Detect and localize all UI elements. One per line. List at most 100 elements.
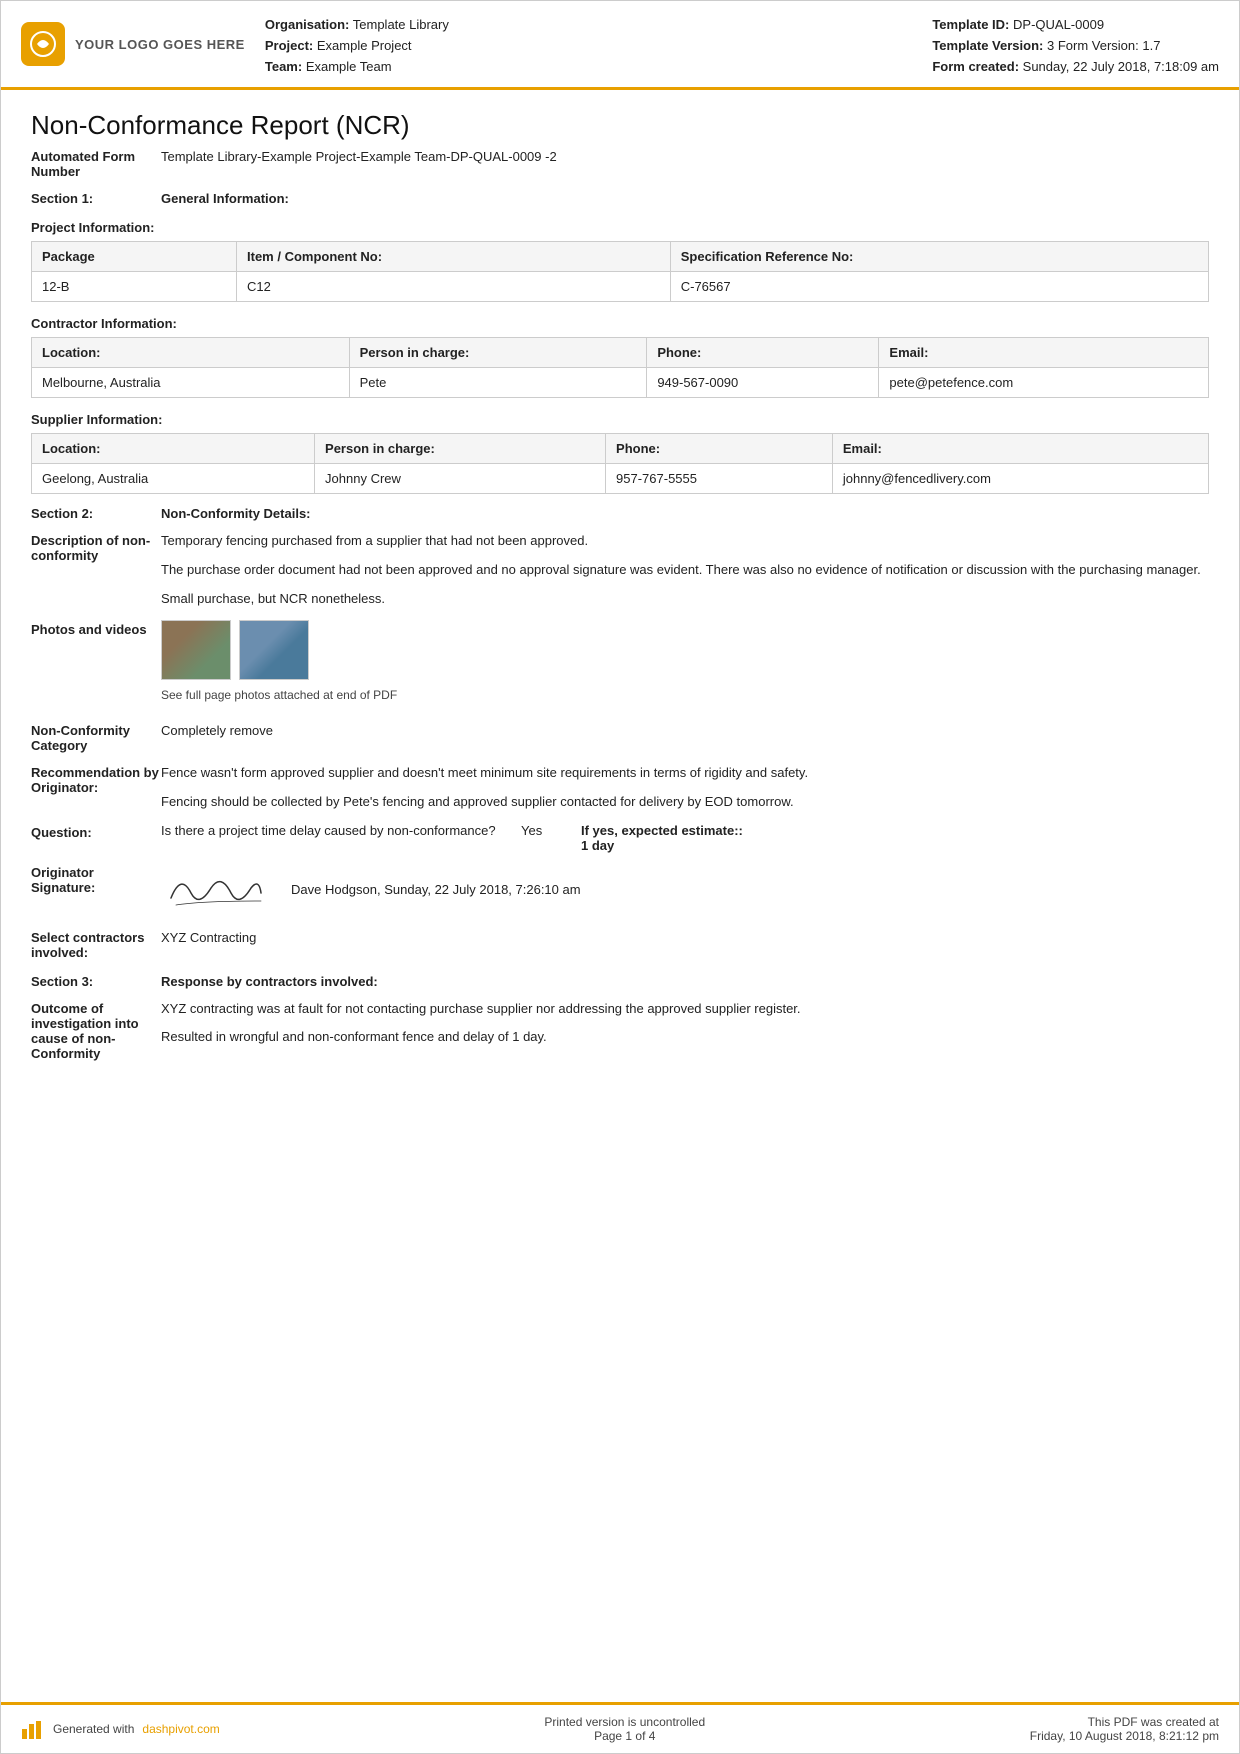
dashpivot-link[interactable]: dashpivot.com [142, 1722, 219, 1736]
organisation-row: Organisation: Template Library [265, 15, 892, 36]
project-info-title: Project Information: [31, 220, 1209, 235]
rec-para-1: Fence wasn't form approved supplier and … [161, 763, 1209, 784]
estimate-value: 1 day [581, 838, 614, 853]
question-label: Question: [31, 823, 161, 840]
template-id-row: Template ID: DP-QUAL-0009 [932, 15, 1219, 36]
page: YOUR LOGO GOES HERE Organisation: Templa… [0, 0, 1240, 1754]
photos-value: See full page photos attached at end of … [161, 620, 1209, 711]
contractor-col-loc: Location: [32, 338, 350, 368]
originator-meta: Dave Hodgson, Sunday, 22 July 2018, 7:26… [291, 880, 581, 901]
supplier-col-loc: Location: [32, 434, 315, 464]
description-row: Description of non-conformity Temporary … [31, 531, 1209, 609]
outcome-para-1: XYZ contracting was at fault for not con… [161, 999, 1209, 1020]
form-number-value: Template Library-Example Project-Example… [161, 149, 557, 164]
supplier-col-phone: Phone: [606, 434, 833, 464]
logo-section: YOUR LOGO GOES HERE [21, 11, 245, 77]
supplier-col-email: Email: [832, 434, 1208, 464]
supplier-phone: 957-767-5555 [606, 464, 833, 494]
supplier-info-title: Supplier Information: [31, 412, 1209, 427]
footer-logo-icon [21, 1719, 45, 1739]
project-col-spec: Specification Reference No: [670, 242, 1208, 272]
header: YOUR LOGO GOES HERE Organisation: Templa… [1, 1, 1239, 90]
template-id-label: Template ID: [932, 17, 1009, 32]
contractor-location: Melbourne, Australia [32, 368, 350, 398]
project-item: C12 [237, 272, 671, 302]
description-label: Description of non-conformity [31, 531, 161, 609]
section2-number: Section 2: [31, 506, 161, 521]
section3-number: Section 3: [31, 974, 161, 989]
desc-para-2: The purchase order document had not been… [161, 560, 1209, 581]
project-info-row: 12-B C12 C-76567 [32, 272, 1209, 302]
logo-text: YOUR LOGO GOES HERE [75, 37, 245, 52]
nc-category-label: Non-Conformity Category [31, 721, 161, 753]
select-contractors-row: Select contractors involved: XYZ Contrac… [31, 928, 1209, 960]
section2-header: Section 2: Non-Conformity Details: [31, 506, 1209, 521]
signature-svg [161, 863, 271, 918]
footer-right-line2: Friday, 10 August 2018, 8:21:12 pm [1030, 1729, 1219, 1743]
photos-label: Photos and videos [31, 620, 161, 711]
contractor-info-title: Contractor Information: [31, 316, 1209, 331]
section3-header: Section 3: Response by contractors invol… [31, 974, 1209, 989]
project-row: Project: Example Project [265, 36, 892, 57]
footer-center-line2: Page 1 of 4 [544, 1729, 705, 1743]
select-contractors-label: Select contractors involved: [31, 928, 161, 960]
signature-area: Dave Hodgson, Sunday, 22 July 2018, 7:26… [161, 863, 1209, 918]
team-value: Example Team [306, 59, 392, 74]
form-created-label: Form created: [932, 59, 1019, 74]
question-estimate: If yes, expected estimate:: 1 day [581, 823, 1209, 853]
header-meta-right: Template ID: DP-QUAL-0009 Template Versi… [932, 15, 1219, 77]
footer: Generated with dashpivot.com Printed ver… [1, 1702, 1239, 1753]
supplier-info-row: Geelong, Australia Johnny Crew 957-767-5… [32, 464, 1209, 494]
footer-right-line1: This PDF was created at [1030, 1715, 1219, 1729]
template-id-value: DP-QUAL-0009 [1013, 17, 1104, 32]
nc-category-row: Non-Conformity Category Completely remov… [31, 721, 1209, 753]
desc-para-3: Small purchase, but NCR nonetheless. [161, 589, 1209, 610]
desc-para-1: Temporary fencing purchased from a suppl… [161, 531, 1209, 552]
team-label: Team: [265, 59, 302, 74]
signature-image [161, 863, 271, 918]
supplier-location: Geelong, Australia [32, 464, 315, 494]
project-package: 12-B [32, 272, 237, 302]
recommendation-value: Fence wasn't form approved supplier and … [161, 763, 1209, 813]
section1-number: Section 1: [31, 191, 161, 206]
photos-row: Photos and videos See full page photos a… [31, 620, 1209, 711]
project-spec: C-76567 [670, 272, 1208, 302]
question-row: Question: Is there a project time delay … [31, 823, 1209, 853]
form-version-value: 1.7 [1142, 38, 1160, 53]
project-col-package: Package [32, 242, 237, 272]
nc-category-value: Completely remove [161, 721, 1209, 753]
originator-signature-value: Dave Hodgson, Sunday, 22 July 2018, 7:26… [161, 863, 1209, 918]
conformity-label: Conformity [31, 1046, 100, 1061]
question-text: Is there a project time delay caused by … [161, 823, 501, 838]
originator-signature-row: Originator Signature: Dave Hodgson, Sund… [31, 863, 1209, 918]
supplier-person: Johnny Crew [315, 464, 606, 494]
footer-generated-text: Generated with [53, 1722, 134, 1736]
contractor-email: pete@petefence.com [879, 368, 1209, 398]
org-value: Template Library [353, 17, 449, 32]
select-contractors-value: XYZ Contracting [161, 928, 1209, 960]
template-version-label: Template Version: [932, 38, 1043, 53]
template-version-value: 3 [1047, 38, 1054, 53]
contractor-person: Pete [349, 368, 647, 398]
section3-title: Response by contractors involved: [161, 974, 378, 989]
footer-center: Printed version is uncontrolled Page 1 o… [544, 1715, 705, 1743]
contractor-info-row: Melbourne, Australia Pete 949-567-0090 p… [32, 368, 1209, 398]
form-version-label: Form Version: [1058, 38, 1139, 53]
header-meta: Organisation: Template Library Project: … [265, 11, 1219, 77]
recommendation-row: Recommendation by Originator: Fence wasn… [31, 763, 1209, 813]
footer-left: Generated with dashpivot.com [21, 1719, 220, 1739]
photos-container [161, 620, 1209, 680]
recommendation-label: Recommendation by Originator: [31, 763, 161, 813]
question-answer: Yes [501, 823, 581, 838]
photo-caption: See full page photos attached at end of … [161, 686, 1209, 705]
project-label: Project: [265, 38, 313, 53]
estimate-label: If yes, expected estimate:: [581, 823, 743, 838]
outcome-row: Outcome of investigation into cause of n… [31, 999, 1209, 1061]
template-version-row: Template Version: 3 Form Version: 1.7 [932, 36, 1219, 57]
main-content: Non-Conformance Report (NCR) Automated F… [1, 90, 1239, 1702]
outcome-value: XYZ contracting was at fault for not con… [161, 999, 1209, 1061]
contractor-col-phone: Phone: [647, 338, 879, 368]
supplier-info-table: Location: Person in charge: Phone: Email… [31, 433, 1209, 494]
form-created-row: Form created: Sunday, 22 July 2018, 7:18… [932, 57, 1219, 78]
section1-title: General Information: [161, 191, 289, 206]
